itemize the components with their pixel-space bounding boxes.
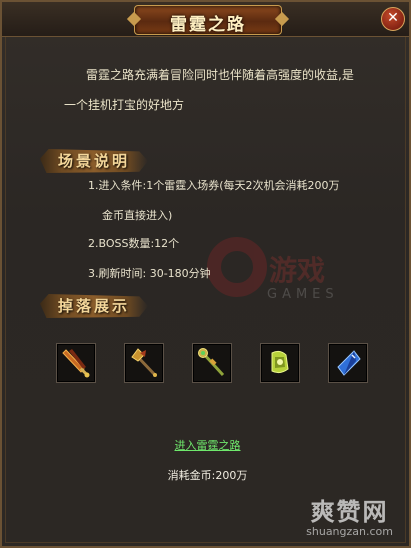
site-watermark-name: 爽赞网 bbox=[310, 498, 389, 526]
drop-items bbox=[56, 343, 368, 385]
rule-line-4: 3.刷新时间: 30-180分钟 bbox=[88, 267, 211, 280]
enter-dungeon-link[interactable]: 进入雷霆之路 bbox=[2, 437, 411, 453]
close-button[interactable]: ✕ bbox=[381, 7, 405, 31]
gauntlet-icon bbox=[271, 350, 289, 374]
window-title: 雷霆之路 bbox=[170, 15, 246, 35]
staff-icon bbox=[198, 348, 225, 377]
drop-item-slot[interactable] bbox=[56, 343, 96, 383]
rule-line-3: 2.BOSS数量:12个 bbox=[88, 237, 180, 250]
games-watermark: 游戏 GAMES bbox=[207, 227, 387, 347]
title-bar: 雷霆之路 ✕ bbox=[2, 2, 409, 37]
watermark-logo-sub: GAMES bbox=[267, 287, 339, 302]
gem-icon bbox=[337, 350, 361, 376]
drop-section-label: 掉落展示 bbox=[58, 297, 131, 315]
drop-item-slot[interactable] bbox=[328, 343, 368, 383]
description: 雷霆之路充满着冒险同时也伴随着高强度的收益,是 一个挂机打宝的好地方 bbox=[64, 60, 374, 120]
sword-icon bbox=[62, 349, 90, 378]
cost-text: 消耗金币:200万 bbox=[167, 469, 248, 482]
games-logo-icon bbox=[207, 237, 267, 297]
axe-icon bbox=[131, 348, 157, 377]
description-line-1: 雷霆之路充满着冒险同时也伴随着高强度的收益,是 bbox=[86, 68, 354, 82]
rule-line-1: 1.进入条件:1个雷霆入场券(每天2次机会消耗200万 bbox=[88, 179, 340, 192]
site-watermark: 爽赞网 shuangzan.com bbox=[306, 492, 393, 538]
close-icon: ✕ bbox=[387, 10, 399, 26]
scene-section-label: 场景说明 bbox=[58, 152, 131, 170]
description-line-2: 一个挂机打宝的好地方 bbox=[64, 98, 185, 112]
drop-item-slot[interactable] bbox=[192, 343, 232, 383]
dungeon-info-window: 雷霆之路 ✕ 雷霆之路充满着冒险同时也伴随着高强度的收益,是 一个挂机打宝的好地… bbox=[0, 0, 411, 548]
site-watermark-url: shuangzan.com bbox=[306, 525, 393, 538]
title-plate: 雷霆之路 bbox=[134, 5, 282, 35]
rule-line-2: 金币直接进入) bbox=[102, 209, 173, 222]
drop-item-slot[interactable] bbox=[124, 343, 164, 383]
watermark-logo-text: 游戏 bbox=[269, 254, 326, 287]
drop-item-slot[interactable] bbox=[260, 343, 300, 383]
